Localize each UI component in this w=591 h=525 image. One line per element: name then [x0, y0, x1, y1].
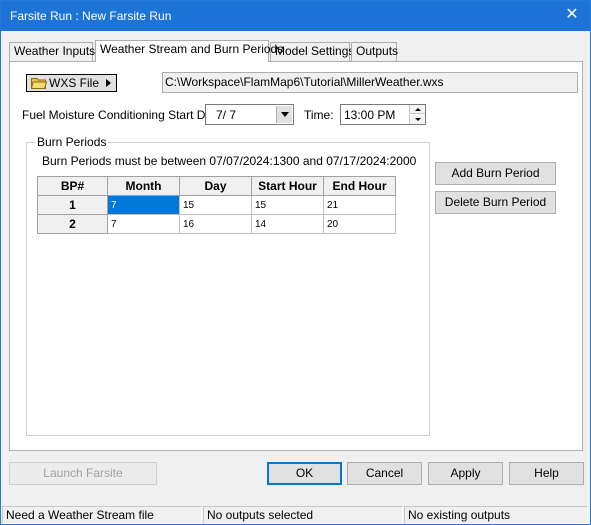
tab-weather-inputs[interactable]: Weather Inputs [9, 42, 95, 61]
status-existing-outputs: No existing outputs [404, 506, 588, 524]
cell-start-hour[interactable]: 15 [251, 195, 324, 215]
help-button[interactable]: Help [509, 462, 584, 485]
cell-end-hour[interactable]: 20 [323, 214, 396, 234]
chevron-down-icon[interactable] [276, 106, 292, 123]
row-header-bp[interactable]: 1 [37, 195, 108, 215]
add-burn-period-button[interactable]: Add Burn Period [435, 162, 556, 185]
apply-button[interactable]: Apply [428, 462, 503, 485]
conditioning-start-day-value: 7/ 7 [216, 108, 237, 122]
time-label: Time: [304, 108, 334, 122]
spin-down-icon[interactable] [409, 115, 425, 124]
wxs-path-field: C:\Workspace\FlamMap6\Tutorial\MillerWea… [162, 72, 578, 93]
farsite-run-window: Farsite Run : New Farsite Run ✕ Weather … [0, 0, 591, 525]
conditioning-start-day-select[interactable]: 7/ 7 [205, 104, 294, 125]
time-value: 13:00 PM [344, 108, 396, 122]
status-bar: Need a Weather Stream file No outputs se… [1, 504, 590, 524]
wxs-file-label: WXS File [49, 76, 100, 90]
spin-up-icon[interactable] [409, 105, 425, 114]
cell-month[interactable]: 7 [107, 195, 180, 215]
tab-panel: WXS File C:\Workspace\FlamMap6\Tutorial\… [9, 61, 583, 451]
burn-periods-table: BP# Month Day Start Hour End Hour 1 7 15… [37, 176, 396, 234]
folder-open-icon [31, 78, 47, 89]
menu-arrow-icon [106, 79, 111, 87]
time-spinner[interactable]: 13:00 PM [340, 104, 426, 125]
cell-day[interactable]: 16 [179, 214, 252, 234]
delete-burn-period-button[interactable]: Delete Burn Period [435, 191, 556, 214]
status-weather-stream: Need a Weather Stream file [2, 506, 202, 524]
cell-start-hour[interactable]: 14 [251, 214, 324, 234]
window-title: Farsite Run : New Farsite Run [10, 9, 172, 23]
ok-button[interactable]: OK [267, 462, 342, 485]
title-bar[interactable]: Farsite Run : New Farsite Run ✕ [1, 1, 590, 31]
cell-month[interactable]: 7 [107, 214, 180, 234]
tab-weather-stream-burn-periods[interactable]: Weather Stream and Burn Periods [95, 40, 283, 62]
close-icon[interactable]: ✕ [562, 5, 582, 25]
row-header-bp[interactable]: 2 [37, 214, 108, 234]
column-header-day: Day [179, 176, 252, 196]
column-header-start-hour: Start Hour [251, 176, 324, 196]
burn-periods-group-label: Burn Periods [35, 135, 109, 149]
cell-day[interactable]: 15 [179, 195, 252, 215]
conditioning-start-label: Fuel Moisture Conditioning Start Day: [22, 108, 222, 122]
launch-farsite-button[interactable]: Launch Farsite [9, 462, 157, 485]
column-header-end-hour: End Hour [323, 176, 396, 196]
status-outputs-selected: No outputs selected [203, 506, 403, 524]
column-header-bp: BP# [37, 176, 108, 196]
column-header-month: Month [107, 176, 180, 196]
cell-end-hour[interactable]: 21 [323, 195, 396, 215]
burn-periods-range-text: Burn Periods must be between 07/07/2024:… [42, 154, 417, 168]
wxs-file-button[interactable]: WXS File [26, 74, 117, 92]
cancel-button[interactable]: Cancel [347, 462, 422, 485]
table-row: 1 7 15 15 21 [37, 195, 396, 215]
table-header-row: BP# Month Day Start Hour End Hour [37, 176, 396, 196]
tab-outputs[interactable]: Outputs [351, 42, 398, 61]
table-row: 2 7 16 14 20 [37, 214, 396, 234]
